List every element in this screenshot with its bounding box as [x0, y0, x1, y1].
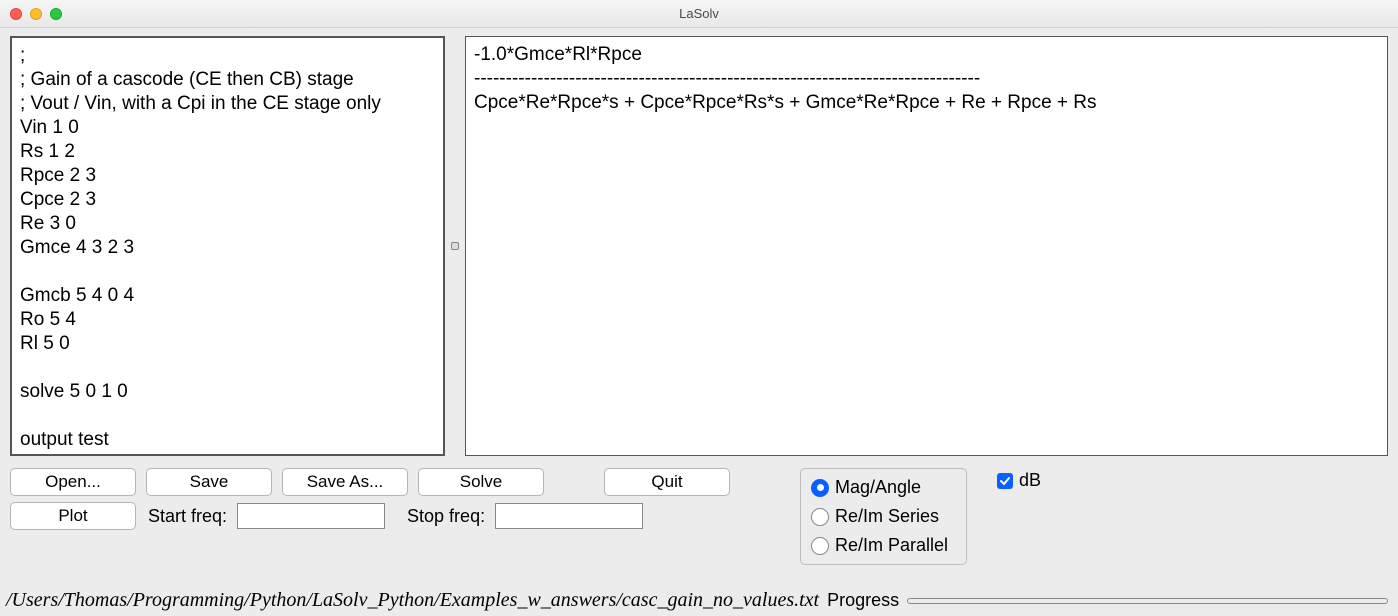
radio-icon [811, 479, 829, 497]
stop-freq-input[interactable] [495, 503, 643, 529]
radio-label: Mag/Angle [835, 477, 921, 498]
plot-button[interactable]: Plot [10, 502, 136, 530]
radio-label: Re/Im Parallel [835, 535, 948, 556]
minimize-icon[interactable] [30, 8, 42, 20]
checkbox-icon [997, 473, 1013, 489]
titlebar: LaSolv [0, 0, 1398, 28]
button-grid: Open... Save Save As... Solve Quit Plot … [10, 468, 730, 530]
radio-icon [811, 537, 829, 555]
radio-mag-angle[interactable]: Mag/Angle [811, 477, 948, 498]
radio-icon [811, 508, 829, 526]
content-area: Open... Save Save As... Solve Quit Plot … [0, 28, 1398, 587]
plot-mode-radio-group: Mag/Angle Re/Im Series Re/Im Parallel [800, 468, 967, 565]
db-checkbox[interactable]: dB [997, 470, 1041, 491]
input-editor[interactable] [10, 36, 445, 456]
maximize-icon[interactable] [50, 8, 62, 20]
window-controls [10, 8, 62, 20]
radio-re-im-parallel[interactable]: Re/Im Parallel [811, 535, 948, 556]
splitter-handle-icon [451, 242, 459, 250]
editor-panes [10, 36, 1388, 456]
quit-button[interactable]: Quit [604, 468, 730, 496]
status-bar: /Users/Thomas/Programming/Python/LaSolv_… [0, 587, 1398, 616]
app-window: LaSolv Open... Save Save As... Solve Qui… [0, 0, 1398, 616]
save-button[interactable]: Save [146, 468, 272, 496]
start-freq-input[interactable] [237, 503, 385, 529]
save-as-button[interactable]: Save As... [282, 468, 408, 496]
radio-label: Re/Im Series [835, 506, 939, 527]
solve-button[interactable]: Solve [418, 468, 544, 496]
pane-splitter[interactable] [449, 36, 461, 456]
start-freq-label: Start freq: [148, 506, 227, 527]
controls-row: Open... Save Save As... Solve Quit Plot … [10, 468, 1388, 565]
close-icon[interactable] [10, 8, 22, 20]
progress-bar [907, 598, 1388, 604]
checkbox-label: dB [1019, 470, 1041, 491]
open-button[interactable]: Open... [10, 468, 136, 496]
radio-re-im-series[interactable]: Re/Im Series [811, 506, 948, 527]
status-file-path: /Users/Thomas/Programming/Python/LaSolv_… [6, 589, 819, 612]
stop-freq-label: Stop freq: [407, 506, 485, 527]
window-title: LaSolv [679, 6, 719, 21]
output-viewer[interactable] [465, 36, 1388, 456]
progress-label: Progress [827, 590, 899, 611]
